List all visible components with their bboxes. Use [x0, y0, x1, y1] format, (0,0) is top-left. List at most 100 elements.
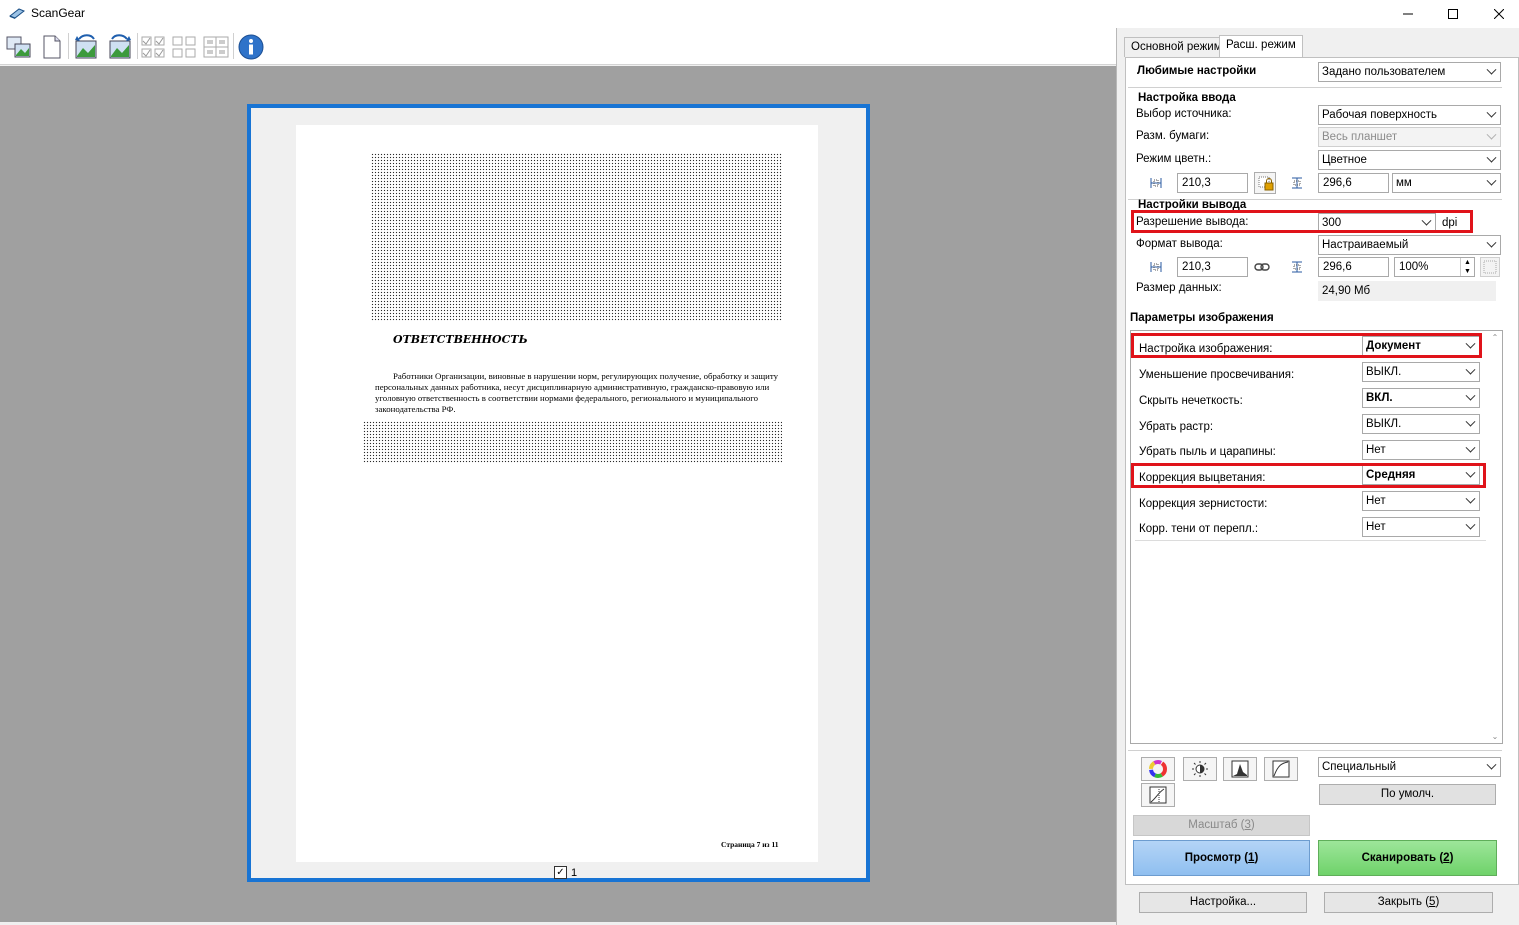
- rotate-left-button[interactable]: [71, 32, 101, 62]
- histogram-button[interactable]: [1223, 757, 1257, 781]
- tab-advanced-mode[interactable]: Расш. режим: [1219, 35, 1303, 58]
- document-heading: ОТВЕТСТВЕННОСТЬ: [393, 333, 528, 346]
- color-mode-select[interactable]: Цветное: [1318, 150, 1501, 170]
- dust-scratches-label: Убрать пыль и царапины:: [1139, 446, 1276, 458]
- lock-aspect-button[interactable]: [1254, 172, 1276, 194]
- chevron-down-icon: [1486, 175, 1497, 186]
- scan-button[interactable]: Сканировать (2): [1318, 840, 1497, 876]
- histogram-icon: [1231, 760, 1249, 778]
- color-preset-select[interactable]: Специальный: [1318, 757, 1501, 777]
- brightness-icon: [1192, 761, 1208, 777]
- input-width-field[interactable]: 210,3: [1177, 173, 1248, 193]
- maximize-icon: [1448, 9, 1458, 19]
- document-paragraph: Работники Организации, виновные в наруше…: [375, 371, 779, 414]
- chevron-down-icon: [1486, 64, 1497, 75]
- minimize-button[interactable]: [1385, 0, 1431, 28]
- gutter-shadow-select[interactable]: Нет: [1362, 517, 1480, 537]
- width-icon: [1150, 178, 1162, 188]
- link-icon[interactable]: [1254, 260, 1270, 274]
- dust-scratches-select[interactable]: Нет: [1362, 440, 1480, 460]
- settings-button[interactable]: Настройка...: [1139, 892, 1307, 913]
- data-size-label: Размер данных:: [1136, 282, 1222, 294]
- paper-size-label: Разм. бумаги:: [1136, 130, 1210, 142]
- source-label: Выбор источника:: [1136, 108, 1232, 120]
- scroll-up-icon[interactable]: ⌃: [1490, 333, 1500, 342]
- chevron-down-icon: [1486, 129, 1497, 140]
- document-icon: [43, 35, 61, 59]
- image-settings-title: Параметры изображения: [1130, 312, 1274, 324]
- rotate-right-icon: [109, 34, 131, 59]
- show-through-label: Уменьшение просвечивания:: [1139, 369, 1295, 381]
- maximize-button[interactable]: [1430, 0, 1476, 28]
- spin-arrows-icon[interactable]: ▲ ▼: [1460, 258, 1474, 276]
- resolution-highlight: [1131, 210, 1473, 233]
- grain-correction-select[interactable]: Нет: [1362, 491, 1480, 511]
- height-icon: [1292, 177, 1302, 189]
- output-width-field[interactable]: 210,3: [1177, 257, 1248, 277]
- color-wheel-icon: [1149, 760, 1167, 778]
- minimize-icon: [1403, 13, 1413, 15]
- preview-page: ОТВЕТСТВЕННОСТЬ Работники Организации, в…: [296, 125, 818, 862]
- scangear-app-icon: [9, 8, 25, 19]
- scale-field[interactable]: 100% ▲ ▼: [1394, 257, 1475, 277]
- window-title: ScanGear: [31, 6, 86, 20]
- thumbnail-view-button[interactable]: [4, 32, 34, 62]
- select-all-frames-button[interactable]: [139, 32, 169, 62]
- halftone-image-top: [371, 153, 782, 321]
- rotate-right-button[interactable]: [105, 32, 135, 62]
- brightness-button[interactable]: [1183, 757, 1217, 781]
- fading-correction-highlight: [1131, 463, 1486, 488]
- tone-curve-icon: [1272, 760, 1290, 778]
- descreen-select[interactable]: ВЫКЛ.: [1362, 414, 1480, 434]
- rotate-left-icon: [75, 34, 97, 59]
- chevron-down-icon: [1465, 416, 1476, 427]
- info-icon: [238, 34, 264, 60]
- tone-curve-button[interactable]: [1264, 757, 1298, 781]
- document-footer: Страница 7 из 11: [721, 840, 779, 849]
- color-balance-button[interactable]: [1141, 757, 1175, 781]
- source-select[interactable]: Рабочая поверхность: [1318, 105, 1501, 125]
- output-format-label: Формат вывода:: [1136, 238, 1223, 250]
- unsharp-mask-select[interactable]: ВКЛ.: [1362, 388, 1480, 408]
- input-settings-title: Настройка ввода: [1138, 92, 1236, 104]
- frame-number: 1: [571, 866, 578, 879]
- scan-frame[interactable]: ОТВЕТСТВЕННОСТЬ Работники Организации, в…: [247, 104, 870, 882]
- checkbox-checked-icon[interactable]: ✓: [554, 866, 567, 879]
- width-icon: [1150, 262, 1162, 272]
- output-format-select[interactable]: Настраиваемый: [1318, 235, 1501, 255]
- chevron-down-icon: [1486, 237, 1497, 248]
- gutter-shadow-label: Корр. тени от перепл.:: [1139, 523, 1259, 535]
- unit-select[interactable]: мм: [1392, 173, 1501, 193]
- layout-grid-icon: [203, 36, 229, 58]
- frame-checkbox[interactable]: ✓ 1: [554, 866, 577, 879]
- close-window-button[interactable]: [1476, 0, 1519, 28]
- lock-icon: [1258, 176, 1274, 191]
- thumbnail-view-icon: [6, 36, 31, 58]
- deselect-frames-button[interactable]: [170, 32, 200, 62]
- output-height-field[interactable]: 296,6: [1318, 257, 1389, 277]
- chevron-down-icon: [1465, 519, 1476, 530]
- info-button[interactable]: [236, 32, 266, 62]
- color-mode-label: Режим цветн.:: [1136, 153, 1212, 165]
- defaults-button[interactable]: По умолч.: [1319, 784, 1496, 805]
- preview-button[interactable]: Просмотр (1): [1133, 840, 1310, 876]
- threshold-button[interactable]: [1141, 783, 1175, 807]
- image-setting-highlight: [1131, 333, 1482, 358]
- scroll-down-icon[interactable]: ⌄: [1490, 732, 1500, 741]
- input-height-field[interactable]: 296,6: [1318, 173, 1389, 193]
- favorites-label: Любимые настройки: [1137, 65, 1257, 77]
- chevron-down-icon: [1486, 107, 1497, 118]
- show-through-select[interactable]: ВЫКЛ.: [1362, 362, 1480, 382]
- list-scrollbar[interactable]: ⌃ ⌄: [1490, 333, 1500, 741]
- whole-image-view-button[interactable]: [37, 32, 67, 62]
- data-size-value: 24,90 Мб: [1318, 281, 1496, 301]
- descreen-label: Убрать растр:: [1139, 421, 1214, 433]
- close-button[interactable]: Закрыть (5): [1324, 892, 1493, 913]
- preview-area[interactable]: ОТВЕТСТВЕННОСТЬ Работники Организации, в…: [0, 66, 1116, 922]
- tab-basic-mode[interactable]: Основной режим: [1124, 37, 1229, 57]
- image-settings-list: Настройка изображения: Документ Уменьшен…: [1130, 330, 1503, 744]
- empty-grid-icon: [172, 36, 196, 58]
- halftone-image-bottom: [363, 421, 782, 463]
- frame-grid-button[interactable]: [201, 32, 231, 62]
- favorites-select[interactable]: Задано пользователем: [1318, 62, 1501, 82]
